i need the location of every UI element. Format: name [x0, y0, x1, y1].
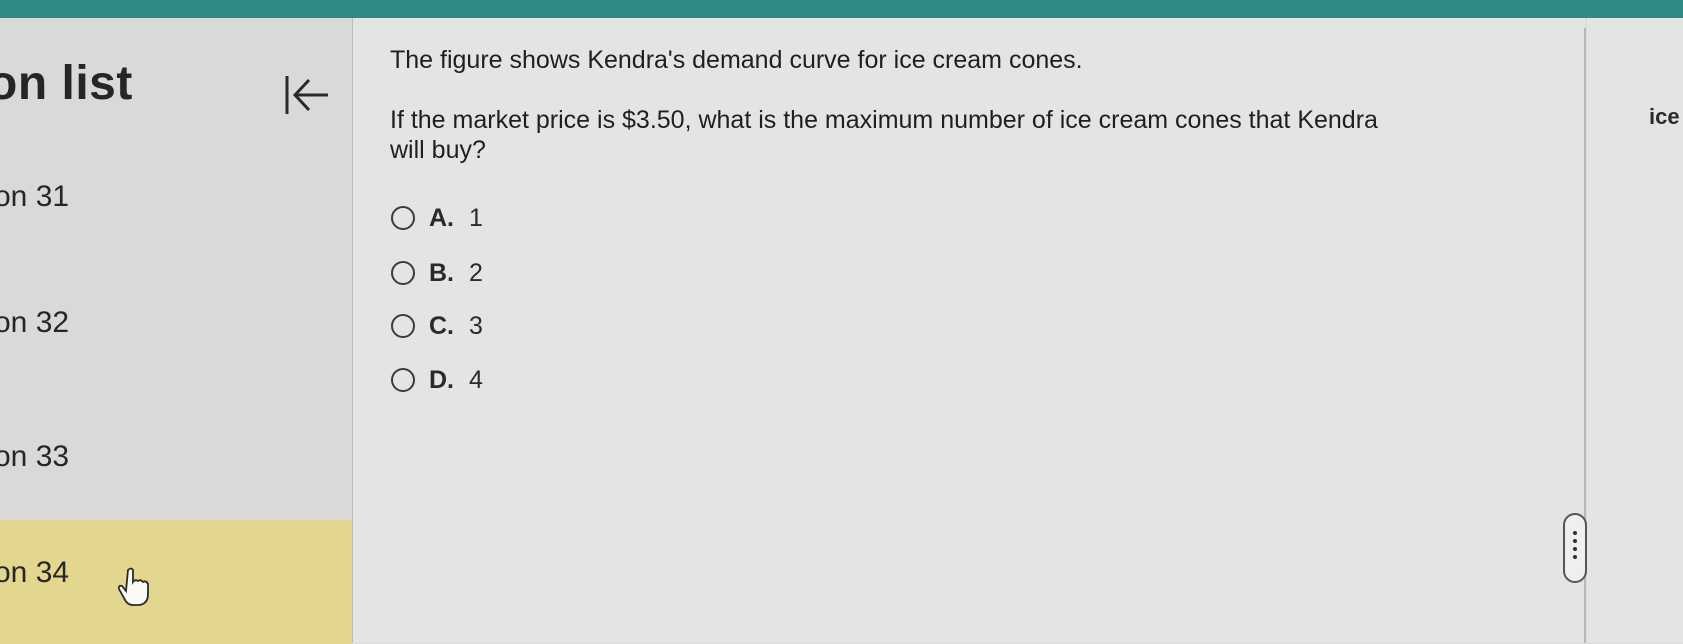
question-text: If the market price is $3.50, what is th…	[390, 106, 1378, 134]
question-list-sidebar: on list on 31 on 32 on 33 on 34	[0, 18, 353, 644]
question-text-continued: will buy?	[390, 136, 486, 164]
radio-button[interactable]	[391, 314, 415, 338]
question-panel: The figure shows Kendra's demand curve f…	[353, 18, 1585, 643]
collapse-sidebar-button[interactable]	[282, 70, 332, 120]
option-text: 2	[469, 258, 483, 287]
option-letter: C.	[429, 311, 454, 340]
collapse-left-icon	[285, 76, 328, 114]
option-letter: B.	[429, 258, 454, 287]
figure-title: ice	[1649, 104, 1680, 129]
option-letter: D.	[429, 365, 454, 394]
sidebar-item-question-33[interactable]: on 33	[0, 426, 352, 496]
radio-button[interactable]	[391, 206, 415, 230]
sidebar-item-label: on 31	[0, 180, 70, 213]
option-text: 4	[469, 365, 483, 394]
option-text: 3	[469, 311, 483, 340]
figure-panel: ice	[1587, 18, 1683, 643]
sidebar-item-question-32[interactable]: on 32	[0, 292, 352, 362]
radio-button[interactable]	[391, 261, 415, 285]
panel-resize-handle[interactable]	[1563, 513, 1587, 583]
drag-dots-icon	[1573, 531, 1577, 563]
sidebar-item-label: on 34	[0, 556, 70, 589]
top-bar	[0, 0, 1683, 18]
sidebar-item-label: on 33	[0, 440, 70, 473]
sidebar-item-question-31[interactable]: on 31	[0, 166, 352, 236]
hand-pointer-icon	[117, 567, 149, 606]
sidebar-item-label: on 32	[0, 306, 70, 339]
option-letter: A.	[429, 203, 454, 232]
sidebar-title: on list	[0, 57, 133, 110]
option-d[interactable]: D. 4	[391, 362, 483, 398]
option-a[interactable]: A. 1	[391, 200, 483, 236]
option-text: 1	[469, 203, 483, 232]
sidebar-item-question-34[interactable]: on 34	[0, 520, 352, 644]
question-intro: The figure shows Kendra's demand curve f…	[390, 46, 1083, 74]
option-c[interactable]: C. 3	[391, 308, 483, 344]
radio-button[interactable]	[391, 368, 415, 392]
option-b[interactable]: B. 2	[391, 255, 483, 291]
